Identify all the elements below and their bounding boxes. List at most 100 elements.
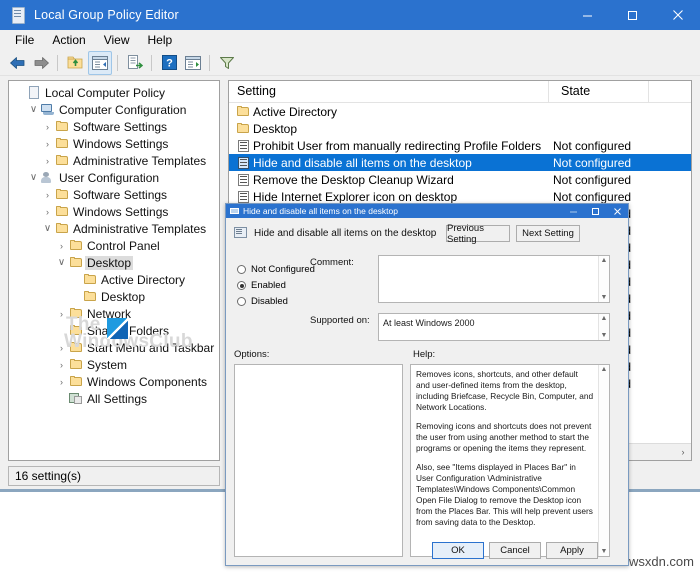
console-tree-pane[interactable]: Local Computer Policy∨Computer Configura… [8,80,220,461]
table-row[interactable]: Active Directory [229,103,691,120]
menu-help[interactable]: Help [139,31,182,49]
tree-item-all-settings[interactable]: All Settings [9,390,219,407]
scroll-right-arrow-icon[interactable]: › [675,444,691,460]
help-scrollbar[interactable]: ▲▼ [598,365,609,556]
folder-icon [54,223,71,234]
tree-item-label: Start Menu and Taskbar [85,341,216,355]
tree-item-administrative-templates[interactable]: ›Administrative Templates [9,152,219,169]
supported-scrollbar[interactable]: ▲▼ [598,314,609,340]
chevron-icon[interactable]: › [41,156,54,166]
window-title: Local Group Policy Editor [34,8,179,22]
toolbar-separator [206,52,214,74]
dialog-title-bar: Hide and disable all items on the deskto… [226,204,628,218]
column-header-setting[interactable]: Setting [229,81,549,102]
radio-enabled[interactable]: Enabled [237,280,286,291]
chevron-icon[interactable]: › [41,122,54,132]
menu-action[interactable]: Action [43,31,94,49]
computer-icon [40,104,57,116]
tree-item-label: Local Computer Policy [43,86,167,100]
show-hide-action-pane-icon[interactable] [182,52,204,74]
back-icon[interactable] [6,52,28,74]
help-paragraph: Removing icons and shortcuts does not pr… [416,421,594,454]
maximize-button[interactable] [610,0,655,30]
policy-setting-icon [234,227,247,239]
up-one-level-icon[interactable] [64,52,86,74]
options-label: Options: [234,349,269,360]
help-panel[interactable]: Removes icons, shortcuts, and other defa… [410,364,610,557]
setting-name: Active Directory [253,105,553,119]
table-row[interactable]: Remove the Desktop Cleanup WizardNot con… [229,171,691,188]
tree-item-local-computer-policy[interactable]: Local Computer Policy [9,84,219,101]
dialog-maximize-button[interactable] [584,204,606,218]
chevron-icon[interactable]: › [55,241,68,251]
tree-item-active-directory[interactable]: Active Directory [9,271,219,288]
tree-item-user-configuration[interactable]: ∨ User Configuration [9,169,219,186]
folder-icon [54,121,71,132]
folder-icon [54,155,71,166]
column-header-filler [649,81,691,102]
tree-item-system[interactable]: › System [9,356,219,373]
radio-not-configured[interactable]: Not Configured [237,264,315,275]
tree-item-control-panel[interactable]: ›Control Panel [9,237,219,254]
show-hide-console-tree-icon[interactable] [88,51,112,75]
chevron-icon[interactable]: ∨ [27,172,40,183]
forward-icon[interactable] [30,52,52,74]
tree-item-windows-settings[interactable]: ›Windows Settings [9,203,219,220]
chevron-icon[interactable]: ∨ [55,257,68,268]
chevron-icon[interactable]: › [41,139,54,149]
tree-item-label: System [85,358,129,372]
cancel-button[interactable]: Cancel [489,542,541,559]
menu-file[interactable]: File [6,31,43,49]
chevron-icon[interactable]: › [55,377,68,387]
tree-item-software-settings[interactable]: ›Software Settings [9,186,219,203]
comment-scrollbar[interactable]: ▲▼ [598,256,609,302]
table-row[interactable]: Prohibit User from manually redirecting … [229,137,691,154]
tree-item-desktop[interactable]: Desktop [9,288,219,305]
comment-input[interactable]: ▲▼ [378,255,610,303]
tree-item-start-menu-and-taskbar[interactable]: › Start Menu and Taskbar [9,339,219,356]
setting-state: Not configured [553,156,663,170]
toolbar-separator [54,52,62,74]
filter-icon[interactable] [216,52,238,74]
setting-state: Not configured [553,190,663,204]
tree-item-desktop[interactable]: ∨Desktop [9,254,219,271]
policy-setting-icon [229,140,253,152]
dialog-body: Hide and disable all items on the deskto… [226,218,628,566]
export-list-icon[interactable] [124,52,146,74]
radio-disabled[interactable]: Disabled [237,296,288,307]
help-icon[interactable]: ? [158,52,180,74]
chevron-icon[interactable]: › [41,207,54,217]
chevron-icon[interactable]: › [41,190,54,200]
tree-item-windows-settings[interactable]: › Windows Settings [9,135,219,152]
chevron-icon[interactable]: ∨ [41,223,54,234]
apply-button[interactable]: Apply [546,542,598,559]
previous-setting-button[interactable]: Previous Setting [446,225,510,242]
options-panel[interactable] [234,364,403,557]
tree-item-windows-components[interactable]: ›Windows Components [9,373,219,390]
close-button[interactable] [655,0,700,30]
chevron-icon[interactable]: › [55,360,68,370]
tree-item-computer-configuration[interactable]: ∨Computer Configuration [9,101,219,118]
chevron-icon[interactable]: ∨ [27,104,40,115]
dialog-close-button[interactable] [606,204,628,218]
setting-name: Prohibit User from manually redirecting … [253,139,553,153]
next-setting-button[interactable]: Next Setting [516,225,580,242]
table-row[interactable]: Desktop [229,120,691,137]
toolbar-separator [148,52,156,74]
minimize-button[interactable] [565,0,610,30]
tree-item-software-settings[interactable]: ›Software Settings [9,118,219,135]
chevron-icon[interactable]: › [55,309,68,319]
column-header-state[interactable]: State [549,81,649,102]
dialog-minimize-button[interactable] [562,204,584,218]
setting-name: Hide and disable all items on the deskto… [253,156,553,170]
tree-item-label: User Configuration [57,171,161,185]
user-icon [40,172,57,184]
menu-view[interactable]: View [95,31,139,49]
chevron-icon[interactable]: › [55,343,68,353]
table-row[interactable]: Hide and disable all items on the deskto… [229,154,691,171]
setting-name: Hide Internet Explorer icon on desktop [253,190,553,204]
tree-item-administrative-templates[interactable]: ∨Administrative Templates [9,220,219,237]
setting-dialog: Hide and disable all items on the deskto… [225,203,629,566]
ok-button[interactable]: OK [432,542,484,559]
tree-item-label: Windows Settings [71,137,170,151]
